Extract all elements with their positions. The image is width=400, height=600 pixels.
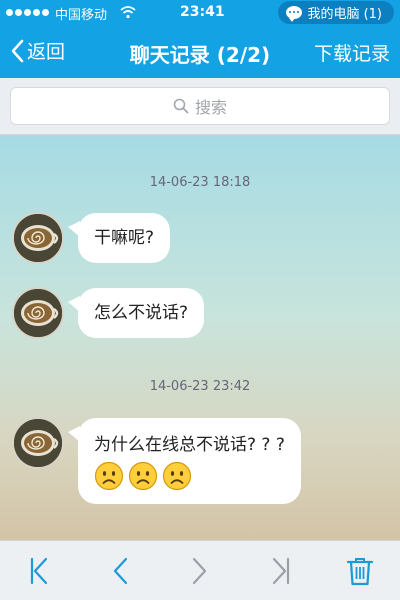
- sad-face-icon: [94, 461, 124, 491]
- last-page-icon[interactable]: [264, 555, 296, 587]
- status-time: 23:41: [180, 4, 225, 20]
- search-bar: 搜索: [0, 78, 400, 135]
- avatar[interactable]: [12, 417, 64, 469]
- download-records-button[interactable]: 下载记录: [314, 39, 390, 66]
- coffee-cup-avatar-icon: [14, 419, 62, 467]
- next-page-icon[interactable]: [184, 555, 216, 587]
- message-timestamp: 14-06-23 18:18: [149, 175, 251, 190]
- trash-icon[interactable]: [344, 555, 376, 587]
- coffee-cup-avatar-icon: [14, 214, 62, 262]
- search-placeholder: 搜索: [194, 98, 227, 117]
- my-computer-label: 我的电脑 (1): [307, 7, 382, 22]
- my-computer-indicator[interactable]: 我的电脑 (1): [278, 1, 394, 24]
- search-input[interactable]: 搜索: [10, 87, 390, 125]
- avatar[interactable]: [12, 212, 64, 264]
- status-bar: 中国移动 23:41 我的电脑 (1): [0, 0, 400, 26]
- sad-face-icon: [128, 461, 158, 491]
- search-icon: [173, 98, 189, 114]
- carrier-name: 中国移动: [55, 8, 108, 23]
- nav-bar: 返回 聊天记录 (2/2) 下载记录: [0, 26, 400, 78]
- avatar[interactable]: [12, 287, 64, 339]
- chat-history: 14-06-23 18:18 干嘛呢? 怎么不说话? 14-06-23 23:4…: [0, 135, 400, 540]
- signal-strength-icon: [6, 9, 49, 16]
- message-timestamp: 14-06-23 23:42: [149, 379, 251, 394]
- pagination-toolbar: [0, 540, 400, 600]
- coffee-cup-avatar-icon: [14, 289, 62, 337]
- chat-bubble-icon: [286, 6, 303, 22]
- wifi-icon: [120, 6, 136, 19]
- message-bubble[interactable]: 为什么在线总不说话? ? ?: [68, 418, 301, 504]
- message-text: 怎么不说话?: [94, 303, 189, 323]
- prev-page-icon[interactable]: [104, 555, 136, 587]
- emoji-row: [94, 461, 285, 491]
- message-text: 干嘛呢?: [94, 228, 155, 248]
- message-bubble[interactable]: 干嘛呢?: [67, 213, 171, 263]
- first-page-icon[interactable]: [24, 555, 56, 587]
- sad-face-icon: [162, 461, 192, 491]
- message-text: 为什么在线总不说话? ? ?: [94, 435, 285, 455]
- message-bubble[interactable]: 怎么不说话?: [67, 288, 205, 338]
